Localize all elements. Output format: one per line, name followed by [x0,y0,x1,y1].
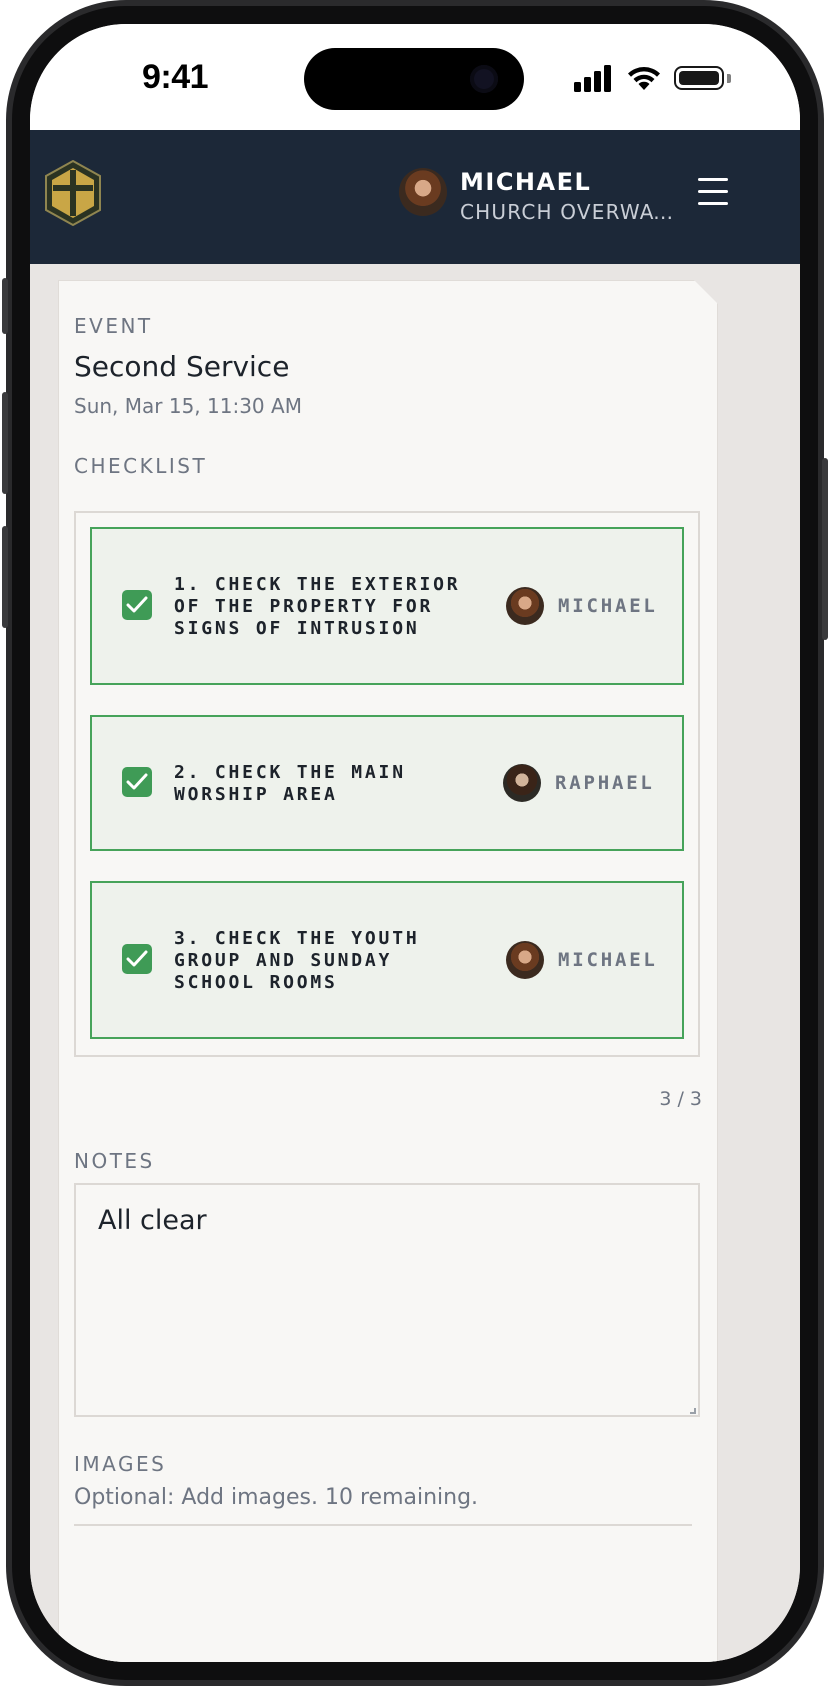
cross-shield-icon[interactable] [44,160,102,226]
battery-icon [674,66,724,90]
assignee-name: MICHAEL [558,595,658,617]
status-bar: 9:41 [30,24,800,130]
checklist-progress: 3 / 3 [659,1088,702,1110]
battery-tip [727,74,731,83]
images-section-label: IMAGES [74,1452,167,1476]
action-button [2,278,8,334]
checkbox-checked-icon[interactable] [122,590,152,620]
event-title: Second Service [74,350,290,383]
checklist-item-text: 1. CHECK THE EXTERIOR OF THE PROPERTY FO… [174,574,461,639]
checkbox-checked-icon[interactable] [122,944,152,974]
power-button [822,458,828,640]
phone-screen: 9:41 MICHAEL CHURCH OVERWATC EVENT Secon… [30,24,800,1662]
dynamic-island [304,48,524,110]
status-time: 9:41 [142,58,209,96]
volume-down-button [2,526,8,628]
divider [74,1524,692,1526]
volume-up-button [2,392,8,494]
user-name[interactable]: MICHAEL [460,168,591,196]
assignee-name: RAPHAEL [555,772,655,794]
user-avatar[interactable] [399,168,447,216]
checklist-item[interactable]: 2. CHECK THE MAIN WORSHIP AREA RAPHAEL [90,715,684,851]
checklist-item-text: 2. CHECK THE MAIN WORSHIP AREA [174,762,406,805]
hamburger-menu-icon[interactable] [698,178,730,208]
status-icons [574,64,734,94]
front-camera-icon [470,65,498,93]
checkbox-checked-icon[interactable] [122,767,152,797]
user-organization[interactable]: CHURCH OVERWATCH… [460,200,680,224]
cellular-signal-icon [574,64,614,92]
checklist-section-label: CHECKLIST [74,454,208,478]
images-hint: Optional: Add images. 10 remaining. [74,1485,479,1510]
notes-section-label: NOTES [74,1149,155,1173]
resize-handle-icon[interactable] [690,1408,696,1414]
event-section-label: EVENT [74,314,153,338]
checklist-item[interactable]: 1. CHECK THE EXTERIOR OF THE PROPERTY FO… [90,527,684,685]
assignee-avatar [506,941,544,979]
assignee-avatar [506,587,544,625]
app-header: MICHAEL CHURCH OVERWATCH… [30,130,800,264]
notes-textarea[interactable]: All clear [74,1183,700,1417]
event-date: Sun, Mar 15, 11:30 AM [74,394,302,418]
assignee-name: MICHAEL [558,949,658,971]
checklist-item-text: 3. CHECK THE YOUTH GROUP AND SUNDAY SCHO… [174,928,420,993]
assignee-avatar [503,764,541,802]
wifi-icon [628,67,660,90]
checklist-item[interactable]: 3. CHECK THE YOUTH GROUP AND SUNDAY SCHO… [90,881,684,1039]
